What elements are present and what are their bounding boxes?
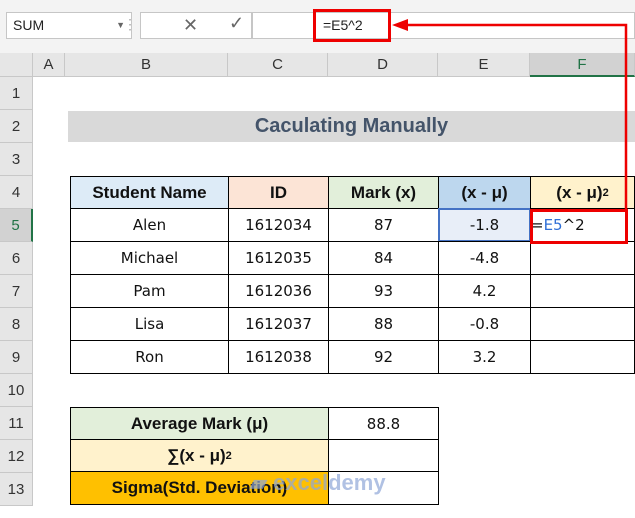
arrow-head-icon — [392, 19, 408, 31]
arrow-connector — [392, 19, 628, 209]
